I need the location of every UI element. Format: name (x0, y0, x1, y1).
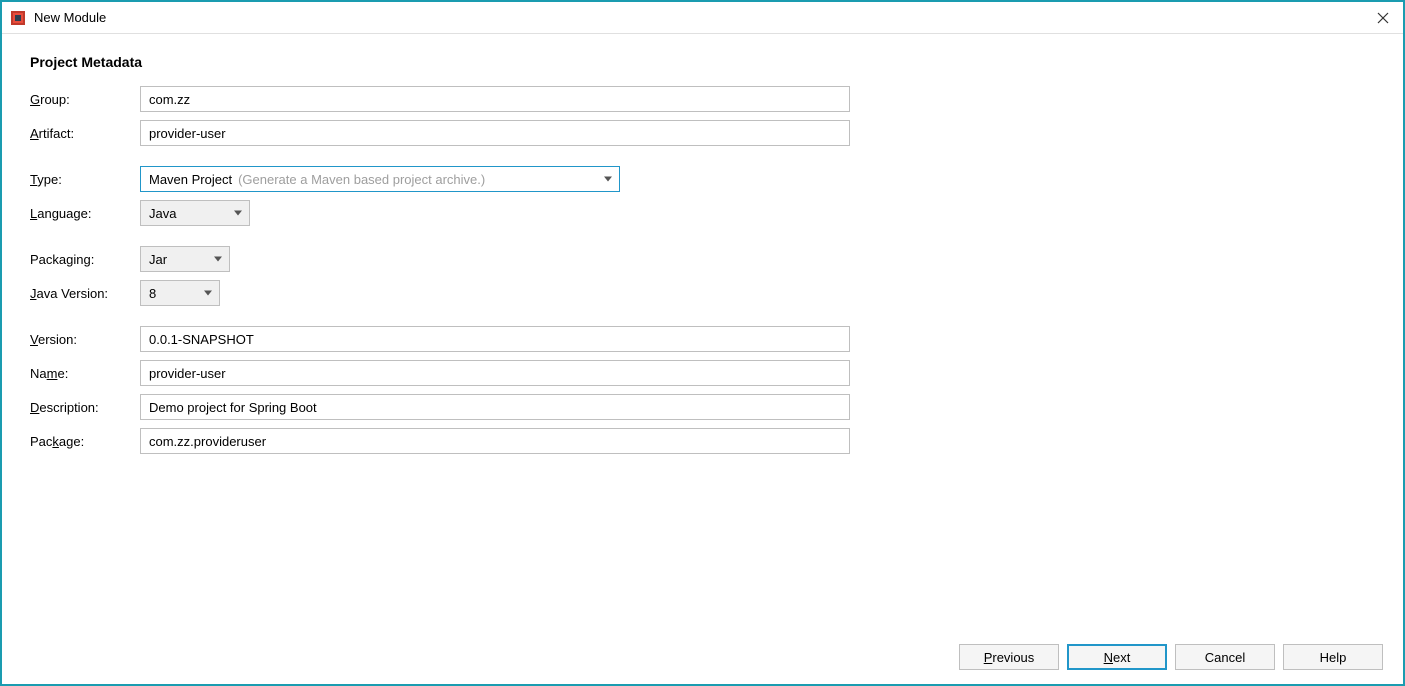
packaging-select-value: Jar (149, 252, 167, 267)
label-description: Description: (30, 400, 140, 415)
packaging-select[interactable]: Jar (140, 246, 230, 272)
description-field[interactable] (140, 394, 850, 420)
label-version: Version: (30, 332, 140, 347)
dialog-window: New Module Project Metadata Group: Artif… (0, 0, 1405, 686)
java-version-select-value: 8 (149, 286, 156, 301)
artifact-field[interactable] (140, 120, 850, 146)
next-button[interactable]: Next (1067, 644, 1167, 670)
app-icon (10, 10, 26, 26)
label-packaging: Packaging: (30, 252, 140, 267)
previous-button[interactable]: Previous (959, 644, 1059, 670)
type-select-hint: (Generate a Maven based project archive.… (238, 172, 485, 187)
name-field[interactable] (140, 360, 850, 386)
package-field[interactable] (140, 428, 850, 454)
help-button[interactable]: Help (1283, 644, 1383, 670)
row-java-version: Java Version: 8 (30, 280, 1375, 306)
java-version-select[interactable]: 8 (140, 280, 220, 306)
row-package: Package: (30, 428, 1375, 454)
type-select-value: Maven Project (149, 172, 232, 187)
row-artifact: Artifact: (30, 120, 1375, 146)
label-package: Package: (30, 434, 140, 449)
label-name: Name: (30, 366, 140, 381)
language-select-wrap: Java (140, 200, 250, 226)
type-select[interactable]: Maven Project (Generate a Maven based pr… (140, 166, 620, 192)
row-group: Group: (30, 86, 1375, 112)
version-field[interactable] (140, 326, 850, 352)
packaging-select-wrap: Jar (140, 246, 230, 272)
close-icon[interactable] (1371, 6, 1395, 30)
label-group: Group: (30, 92, 140, 107)
row-packaging: Packaging: Jar (30, 246, 1375, 272)
window-title: New Module (34, 10, 1371, 25)
language-select-value: Java (149, 206, 176, 221)
cancel-button[interactable]: Cancel (1175, 644, 1275, 670)
label-language: Language: (30, 206, 140, 221)
row-description: Description: (30, 394, 1375, 420)
type-select-wrap: Maven Project (Generate a Maven based pr… (140, 166, 620, 192)
row-type: Type: Maven Project (Generate a Maven ba… (30, 166, 1375, 192)
row-version: Version: (30, 326, 1375, 352)
form: Group: Artifact: Type: Maven Project (Ge… (30, 86, 1375, 462)
section-title: Project Metadata (30, 54, 1375, 70)
label-artifact: Artifact: (30, 126, 140, 141)
row-language: Language: Java (30, 200, 1375, 226)
filler (30, 462, 1375, 624)
group-field[interactable] (140, 86, 850, 112)
button-bar: Previous Next Cancel Help (2, 634, 1403, 684)
dialog-content: Project Metadata Group: Artifact: Type: … (2, 34, 1403, 634)
titlebar: New Module (2, 2, 1403, 34)
row-name: Name: (30, 360, 1375, 386)
label-java-version: Java Version: (30, 286, 140, 301)
java-version-select-wrap: 8 (140, 280, 220, 306)
language-select[interactable]: Java (140, 200, 250, 226)
label-type: Type: (30, 172, 140, 187)
